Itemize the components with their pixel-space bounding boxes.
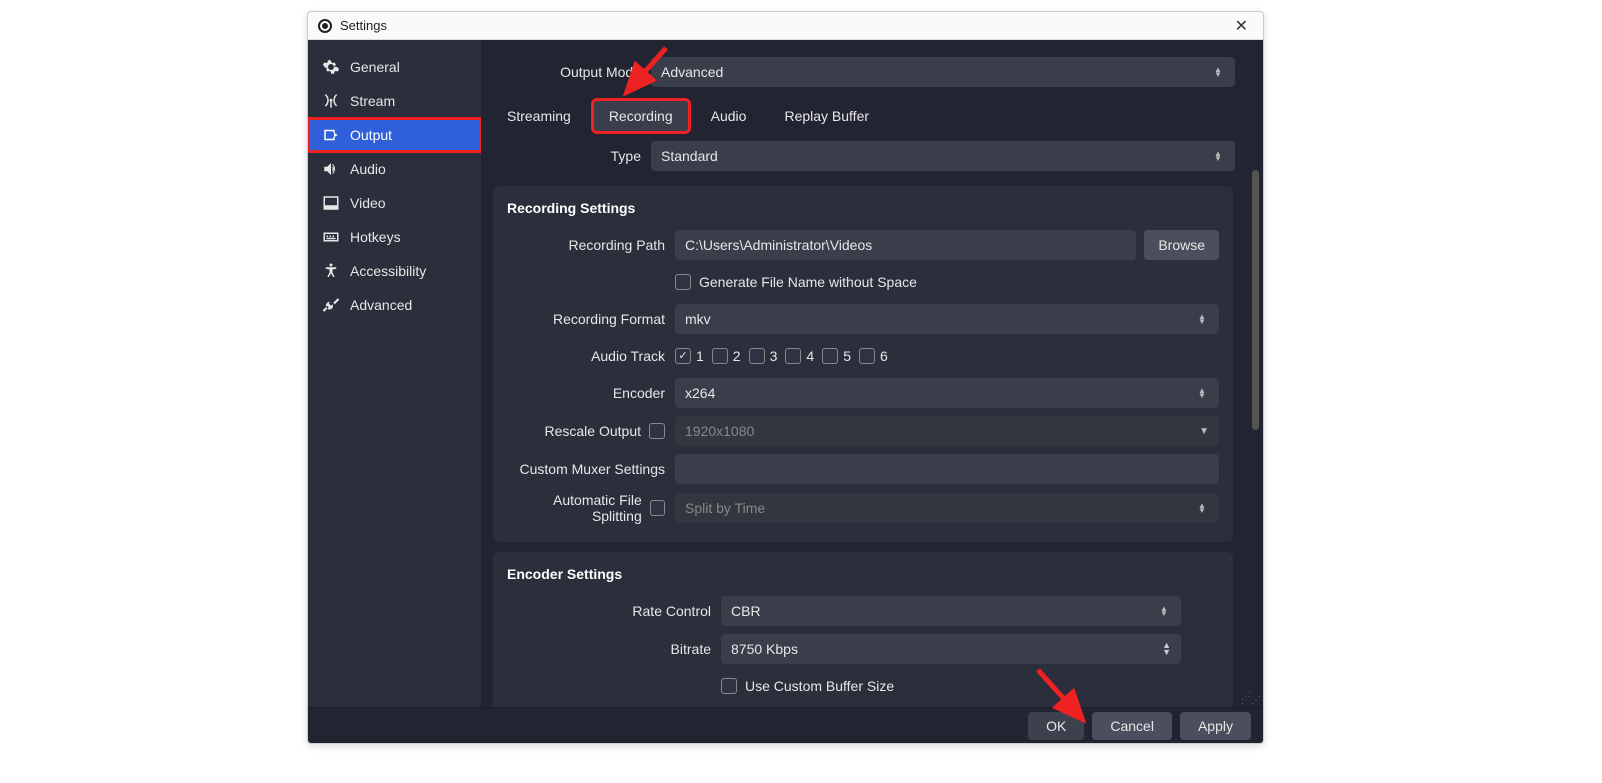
spinner-icon: ▲▼ — [1211, 151, 1225, 161]
accessibility-icon — [322, 262, 340, 280]
main-panel: Output Mode Advanced ▲▼ Streaming Record… — [481, 40, 1263, 707]
tab-audio[interactable]: Audio — [695, 100, 763, 132]
close-icon[interactable]: ✕ — [1230, 16, 1253, 36]
recording-settings-title: Recording Settings — [501, 196, 1225, 226]
rate-control-select[interactable]: CBR ▲▼ — [721, 596, 1181, 626]
sidebar: General Stream Output Audio Video Hotkey… — [308, 40, 481, 707]
vertical-scrollbar[interactable] — [1252, 170, 1259, 430]
sidebar-item-advanced[interactable]: Advanced — [308, 288, 481, 322]
audio-track-6-checkbox[interactable] — [859, 348, 875, 364]
settings-window: Settings ✕ General Stream Output Audio — [307, 11, 1264, 744]
output-tabs: Streaming Recording Audio Replay Buffer — [481, 92, 1245, 136]
apply-button[interactable]: Apply — [1180, 712, 1251, 740]
browse-button[interactable]: Browse — [1144, 230, 1219, 260]
sidebar-item-video[interactable]: Video — [308, 186, 481, 220]
checkbox-icon — [721, 678, 737, 694]
muxer-label: Custom Muxer Settings — [507, 461, 675, 477]
recording-settings-section: Recording Settings Recording Path Browse — [493, 186, 1233, 542]
custom-buffer-checkbox[interactable]: Use Custom Buffer Size — [721, 678, 894, 694]
sidebar-item-label: General — [350, 59, 400, 75]
spinner-icon: ▲▼ — [1195, 314, 1209, 324]
rescale-output-select: 1920x1080 ▼ — [675, 416, 1219, 446]
speaker-icon — [322, 160, 340, 178]
output-icon — [322, 126, 340, 144]
output-mode-label: Output Mode — [491, 64, 651, 80]
encoder-settings-section: Encoder Settings Rate Control CBR ▲▼ Bit… — [493, 552, 1233, 707]
sidebar-item-label: Hotkeys — [350, 229, 401, 245]
encoder-select[interactable]: x264 ▲▼ — [675, 378, 1219, 408]
muxer-input[interactable] — [675, 454, 1219, 484]
tab-recording[interactable]: Recording — [593, 100, 689, 132]
sidebar-item-label: Stream — [350, 93, 395, 109]
cancel-button[interactable]: Cancel — [1092, 712, 1172, 740]
recording-path-label: Recording Path — [507, 237, 675, 253]
audio-track-label: Audio Track — [507, 348, 675, 364]
sidebar-item-label: Accessibility — [350, 263, 426, 279]
file-splitting-checkbox[interactable] — [650, 500, 665, 516]
keyboard-icon — [322, 228, 340, 246]
monitor-icon — [322, 194, 340, 212]
titlebar: Settings ✕ — [308, 12, 1263, 40]
split-select: Split by Time ▲▼ — [675, 493, 1219, 523]
rescale-output-checkbox[interactable] — [649, 423, 665, 439]
spinner-icon: ▲▼ — [1195, 503, 1209, 513]
number-spinner-icon[interactable]: ▲▼ — [1162, 642, 1171, 656]
sidebar-item-label: Video — [350, 195, 386, 211]
rate-control-label: Rate Control — [551, 603, 721, 619]
ok-button[interactable]: OK — [1028, 712, 1084, 740]
spinner-icon: ▲▼ — [1195, 388, 1209, 398]
type-label: Type — [491, 148, 651, 164]
checkbox-icon — [675, 274, 691, 290]
recording-format-select[interactable]: mkv ▲▼ — [675, 304, 1219, 334]
tab-streaming[interactable]: Streaming — [491, 100, 587, 132]
audio-track-4-checkbox[interactable] — [785, 348, 801, 364]
type-select[interactable]: Standard ▲▼ — [651, 141, 1235, 171]
audio-track-5-checkbox[interactable] — [822, 348, 838, 364]
tab-replay-buffer[interactable]: Replay Buffer — [768, 100, 885, 132]
window-title: Settings — [340, 18, 387, 33]
dialog-footer: OK Cancel Apply — [308, 707, 1263, 743]
recording-format-label: Recording Format — [507, 311, 675, 327]
sidebar-item-hotkeys[interactable]: Hotkeys — [308, 220, 481, 254]
split-label: Automatic File Splitting — [507, 492, 642, 524]
spinner-icon: ▲▼ — [1211, 67, 1225, 77]
audio-track-1-checkbox[interactable] — [675, 348, 691, 364]
sidebar-item-output[interactable]: Output — [308, 118, 481, 152]
output-mode-select[interactable]: Advanced ▲▼ — [651, 57, 1235, 87]
bitrate-input[interactable]: 8750 Kbps ▲▼ — [721, 634, 1181, 664]
chevron-down-icon: ▼ — [1199, 426, 1209, 437]
bitrate-label: Bitrate — [551, 641, 721, 657]
recording-path-input[interactable] — [675, 230, 1136, 260]
sidebar-item-label: Advanced — [350, 297, 412, 313]
sidebar-item-audio[interactable]: Audio — [308, 152, 481, 186]
antenna-icon — [322, 92, 340, 110]
sidebar-item-general[interactable]: General — [308, 50, 481, 84]
sidebar-item-stream[interactable]: Stream — [308, 84, 481, 118]
obs-icon — [318, 19, 332, 33]
encoder-settings-title: Encoder Settings — [501, 562, 1225, 592]
filename-nospace-checkbox[interactable]: Generate File Name without Space — [675, 274, 917, 290]
encoder-label: Encoder — [507, 385, 675, 401]
sidebar-item-label: Audio — [350, 161, 386, 177]
rescale-output-label: Rescale Output — [545, 423, 642, 439]
gear-icon — [322, 58, 340, 76]
sidebar-item-accessibility[interactable]: Accessibility — [308, 254, 481, 288]
tools-icon — [322, 296, 340, 314]
sidebar-item-label: Output — [350, 127, 392, 143]
spinner-icon: ▲▼ — [1157, 606, 1171, 616]
audio-track-2-checkbox[interactable] — [712, 348, 728, 364]
audio-track-3-checkbox[interactable] — [749, 348, 765, 364]
